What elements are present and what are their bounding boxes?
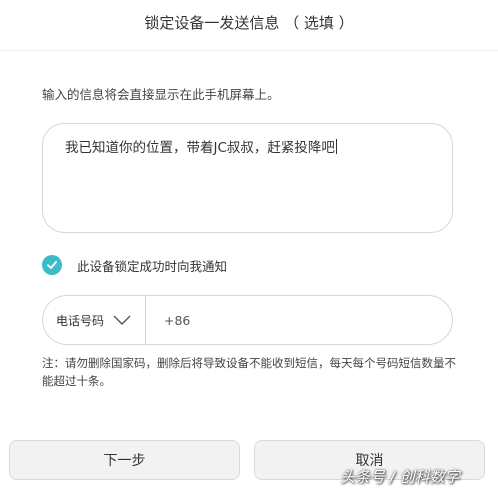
phone-type-select[interactable]: 电话号码 <box>43 296 146 344</box>
next-step-button[interactable]: 下一步 <box>9 440 240 480</box>
message-textarea[interactable]: 我已知道你的位置，带着JC叔叔，赶紧投降吧 <box>42 123 453 233</box>
message-text: 我已知道你的位置，带着JC叔叔，赶紧投降吧 <box>65 136 337 156</box>
title-divider <box>0 50 498 51</box>
notify-label: 此设备锁定成功时向我通知 <box>77 258 228 274</box>
dialog-title: 锁定设备一发送信息 （ 选填 ） <box>144 14 354 32</box>
phone-number-input[interactable] <box>146 296 436 344</box>
phone-type-label: 电话号码 <box>55 313 104 328</box>
instruction-text: 输入的信息将会直接显示在此手机屏幕上。 <box>42 87 280 102</box>
check-icon <box>47 261 57 269</box>
watermark: 头条号 / 创科数字 <box>340 468 460 486</box>
text-caret <box>335 139 337 154</box>
notify-checkbox[interactable] <box>42 255 62 275</box>
notify-option[interactable]: 此设备锁定成功时向我通知 <box>42 255 227 275</box>
phone-field: 电话号码 <box>42 295 453 345</box>
message-value: 我已知道你的位置，带着JC叔叔，赶紧投降吧 <box>65 140 335 156</box>
send-message-dialog: 锁定设备一发送信息 （ 选填 ） 输入的信息将会直接显示在此手机屏幕上。 我已知… <box>0 0 498 494</box>
country-code-note: 注：请勿删除国家码，删除后将导致设备不能收到短信，每天每个号码短信数量不能超过十… <box>42 356 456 388</box>
chevron-down-icon <box>113 315 131 325</box>
